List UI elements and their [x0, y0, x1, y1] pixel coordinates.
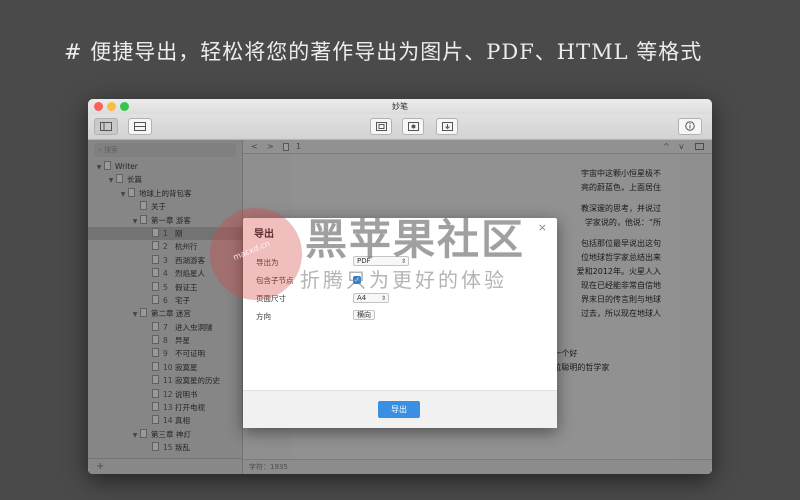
orientation-label: 方向 — [256, 312, 271, 321]
export-button[interactable]: 导出 — [378, 401, 420, 418]
sidebar-toggle-button[interactable] — [94, 118, 118, 135]
watermark-logo — [210, 208, 302, 300]
fullscreen-button[interactable] — [370, 118, 392, 135]
orientation-value: 横向 — [357, 311, 371, 319]
zoom-window-button[interactable] — [120, 102, 129, 111]
orientation-select[interactable]: 横向 — [353, 310, 375, 320]
watermark-slogan: 折腾只为更好的体验 — [300, 268, 507, 292]
dialog-footer: 导出 — [243, 390, 557, 428]
minimize-window-button[interactable] — [107, 102, 116, 111]
panel-toggle-button[interactable] — [128, 118, 152, 135]
toolbar — [88, 114, 712, 140]
info-button[interactable] — [678, 118, 702, 135]
preview-button[interactable] — [402, 118, 424, 135]
preview-icon — [407, 122, 419, 131]
title-bar: 妙笔 — [88, 99, 712, 114]
info-icon — [685, 121, 695, 131]
page-headline: # 便捷导出，轻松将您的著作导出为图片、PDF、HTML 等格式 — [64, 40, 703, 64]
watermark-brand: 黑苹果社区 — [305, 215, 526, 264]
export-icon — [441, 122, 453, 131]
watermark: macxd.cn 黑苹果社区 折腾只为更好的体验 — [210, 198, 570, 308]
window-title: 妙笔 — [392, 102, 408, 111]
close-window-button[interactable] — [94, 102, 103, 111]
panel-icon — [134, 122, 146, 131]
export-toolbar-button[interactable] — [436, 118, 458, 135]
sidebar-icon — [100, 122, 112, 131]
fullscreen-icon — [375, 122, 387, 131]
